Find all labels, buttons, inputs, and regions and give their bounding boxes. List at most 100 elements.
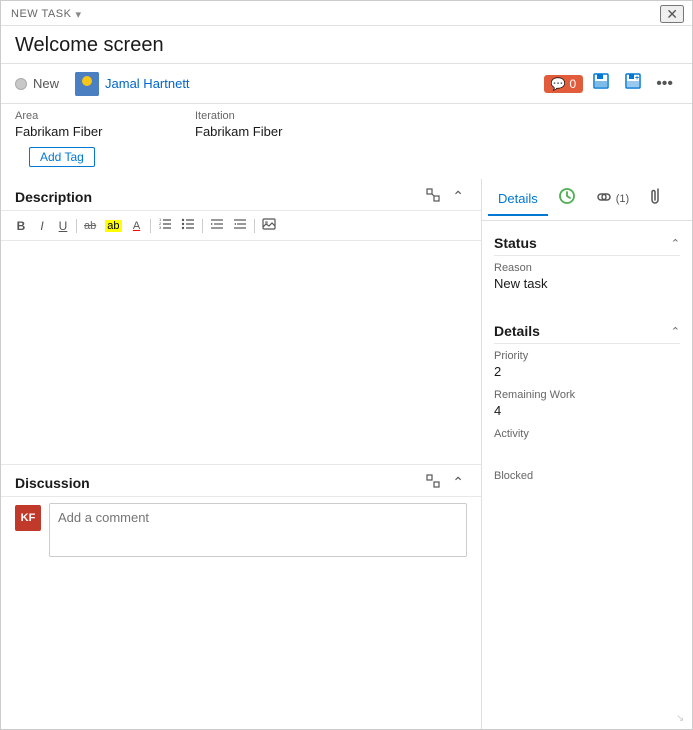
link-icon [596, 189, 612, 208]
indent-decrease-button[interactable] [206, 216, 228, 235]
iteration-value[interactable]: Fabrikam Fiber [195, 122, 375, 141]
activity-value[interactable] [494, 442, 680, 460]
save-as-button[interactable]: + [619, 70, 647, 97]
activity-field: Activity [494, 428, 680, 460]
tab-attachments[interactable] [639, 180, 675, 219]
description-section: Description ⌃ B I [1, 179, 481, 464]
description-header: Description ⌃ [1, 179, 481, 211]
remaining-work-field: Remaining Work 4 [494, 389, 680, 418]
title-bar-left: NEW TASK ▾ [11, 8, 81, 21]
toolbar-divider-2 [150, 219, 151, 233]
status-chevron[interactable]: ⌃ [671, 237, 680, 250]
tab-details-label: Details [498, 191, 538, 206]
status-title: Status [494, 235, 537, 251]
status-badge[interactable]: New [15, 76, 59, 91]
add-tag-row: Add Tag [1, 145, 692, 179]
iteration-field: Iteration Fabrikam Fiber [195, 110, 375, 141]
svg-text:+: + [635, 75, 639, 82]
remaining-work-value[interactable]: 4 [494, 403, 680, 418]
highlight-button[interactable]: ab [101, 218, 125, 234]
comment-count: 0 [570, 77, 577, 91]
comment-icon: 💬 [551, 77, 566, 91]
links-count: (1) [616, 193, 629, 205]
activity-label: Activity [494, 428, 680, 440]
priority-field: Priority 2 [494, 350, 680, 379]
more-button[interactable]: ••• [651, 73, 678, 95]
blocked-field: Blocked [494, 470, 680, 502]
tab-details[interactable]: Details [488, 183, 548, 216]
tab-history[interactable] [548, 179, 586, 220]
right-panel: Details [482, 179, 692, 729]
avatar [75, 72, 99, 96]
status-dot [15, 78, 27, 90]
new-task-label: NEW TASK [11, 8, 71, 20]
discussion-input-row: KF [1, 497, 481, 563]
svg-text:3: 3 [159, 225, 162, 230]
expand-description-button[interactable] [423, 187, 443, 206]
discussion-icons: ⌃ [423, 473, 467, 492]
toolbar-row: New Jamal Hartnett 💬 0 [1, 64, 692, 104]
font-color-button[interactable]: A [127, 218, 147, 234]
save-button[interactable] [587, 70, 615, 97]
indent-increase-button[interactable] [229, 216, 251, 235]
resize-handle[interactable]: ↘ [676, 713, 688, 725]
blocked-value[interactable] [494, 484, 680, 502]
priority-value[interactable]: 2 [494, 364, 680, 379]
expand-discussion-button[interactable] [423, 473, 443, 492]
toolbar-divider-3 [202, 219, 203, 233]
description-editor[interactable] [1, 241, 196, 461]
status-section: Status ⌃ Reason New task [482, 221, 692, 309]
status-header: Status ⌃ [494, 229, 680, 256]
iteration-label: Iteration [195, 110, 375, 122]
ordered-list-button[interactable]: 1 2 3 [154, 215, 176, 236]
comment-input[interactable] [49, 503, 467, 557]
insert-image-button[interactable] [258, 215, 280, 236]
remaining-work-label: Remaining Work [494, 389, 680, 401]
details-header: Details ⌃ [494, 317, 680, 344]
page-title: Welcome screen [15, 34, 678, 57]
page-title-row: Welcome screen [1, 26, 692, 64]
discussion-header: Discussion ⌃ [1, 465, 481, 497]
description-title: Description [15, 189, 92, 205]
reason-value[interactable]: New task [494, 276, 680, 291]
assigned-to[interactable]: Jamal Hartnett [75, 72, 190, 96]
reason-label: Reason [494, 262, 680, 274]
description-icons: ⌃ [423, 187, 467, 206]
collapse-description-button[interactable]: ⌃ [449, 187, 467, 206]
meta-row: Area Fabrikam Fiber Iteration Fabrikam F… [1, 104, 692, 145]
details-section: Details ⌃ Priority 2 Remaining Work 4 Ac… [482, 309, 692, 520]
unordered-list-button[interactable] [177, 215, 199, 236]
close-button[interactable]: ✕ [660, 5, 684, 23]
toolbar-divider-4 [254, 219, 255, 233]
history-icon [558, 187, 576, 210]
tab-links[interactable]: (1) [586, 181, 639, 218]
comment-icon-wrap: 💬 0 + ••• [544, 70, 678, 97]
description-toolbar: B I U ab ab A [1, 211, 481, 241]
underline-button[interactable]: U [53, 217, 73, 235]
right-tabs: Details [482, 179, 692, 221]
title-bar: NEW TASK ▾ ✕ [1, 1, 692, 26]
main-content: Description ⌃ B I [1, 179, 692, 729]
area-label: Area [15, 110, 195, 122]
discussion-section: Discussion ⌃ KF [1, 464, 481, 573]
details-title: Details [494, 323, 540, 339]
details-chevron[interactable]: ⌃ [671, 325, 680, 338]
bold-button[interactable]: B [11, 217, 31, 235]
area-field: Area Fabrikam Fiber [15, 110, 195, 141]
attachment-icon [649, 188, 665, 209]
add-tag-button[interactable]: Add Tag [29, 147, 95, 167]
user-avatar: KF [15, 505, 41, 531]
italic-button[interactable]: I [32, 217, 52, 235]
comment-badge[interactable]: 💬 0 [544, 75, 584, 93]
main-window: NEW TASK ▾ ✕ Welcome screen New [0, 0, 693, 730]
priority-label: Priority [494, 350, 680, 362]
reason-field: Reason New task [494, 262, 680, 291]
strikethrough-button[interactable]: ab [80, 218, 100, 234]
blocked-label: Blocked [494, 470, 680, 482]
status-label: New [33, 76, 59, 91]
area-value[interactable]: Fabrikam Fiber [15, 122, 195, 141]
collapse-discussion-button[interactable]: ⌃ [449, 473, 467, 492]
pin-icon[interactable]: ▾ [75, 8, 81, 21]
toolbar-divider-1 [76, 219, 77, 233]
assignee-name: Jamal Hartnett [105, 76, 190, 91]
